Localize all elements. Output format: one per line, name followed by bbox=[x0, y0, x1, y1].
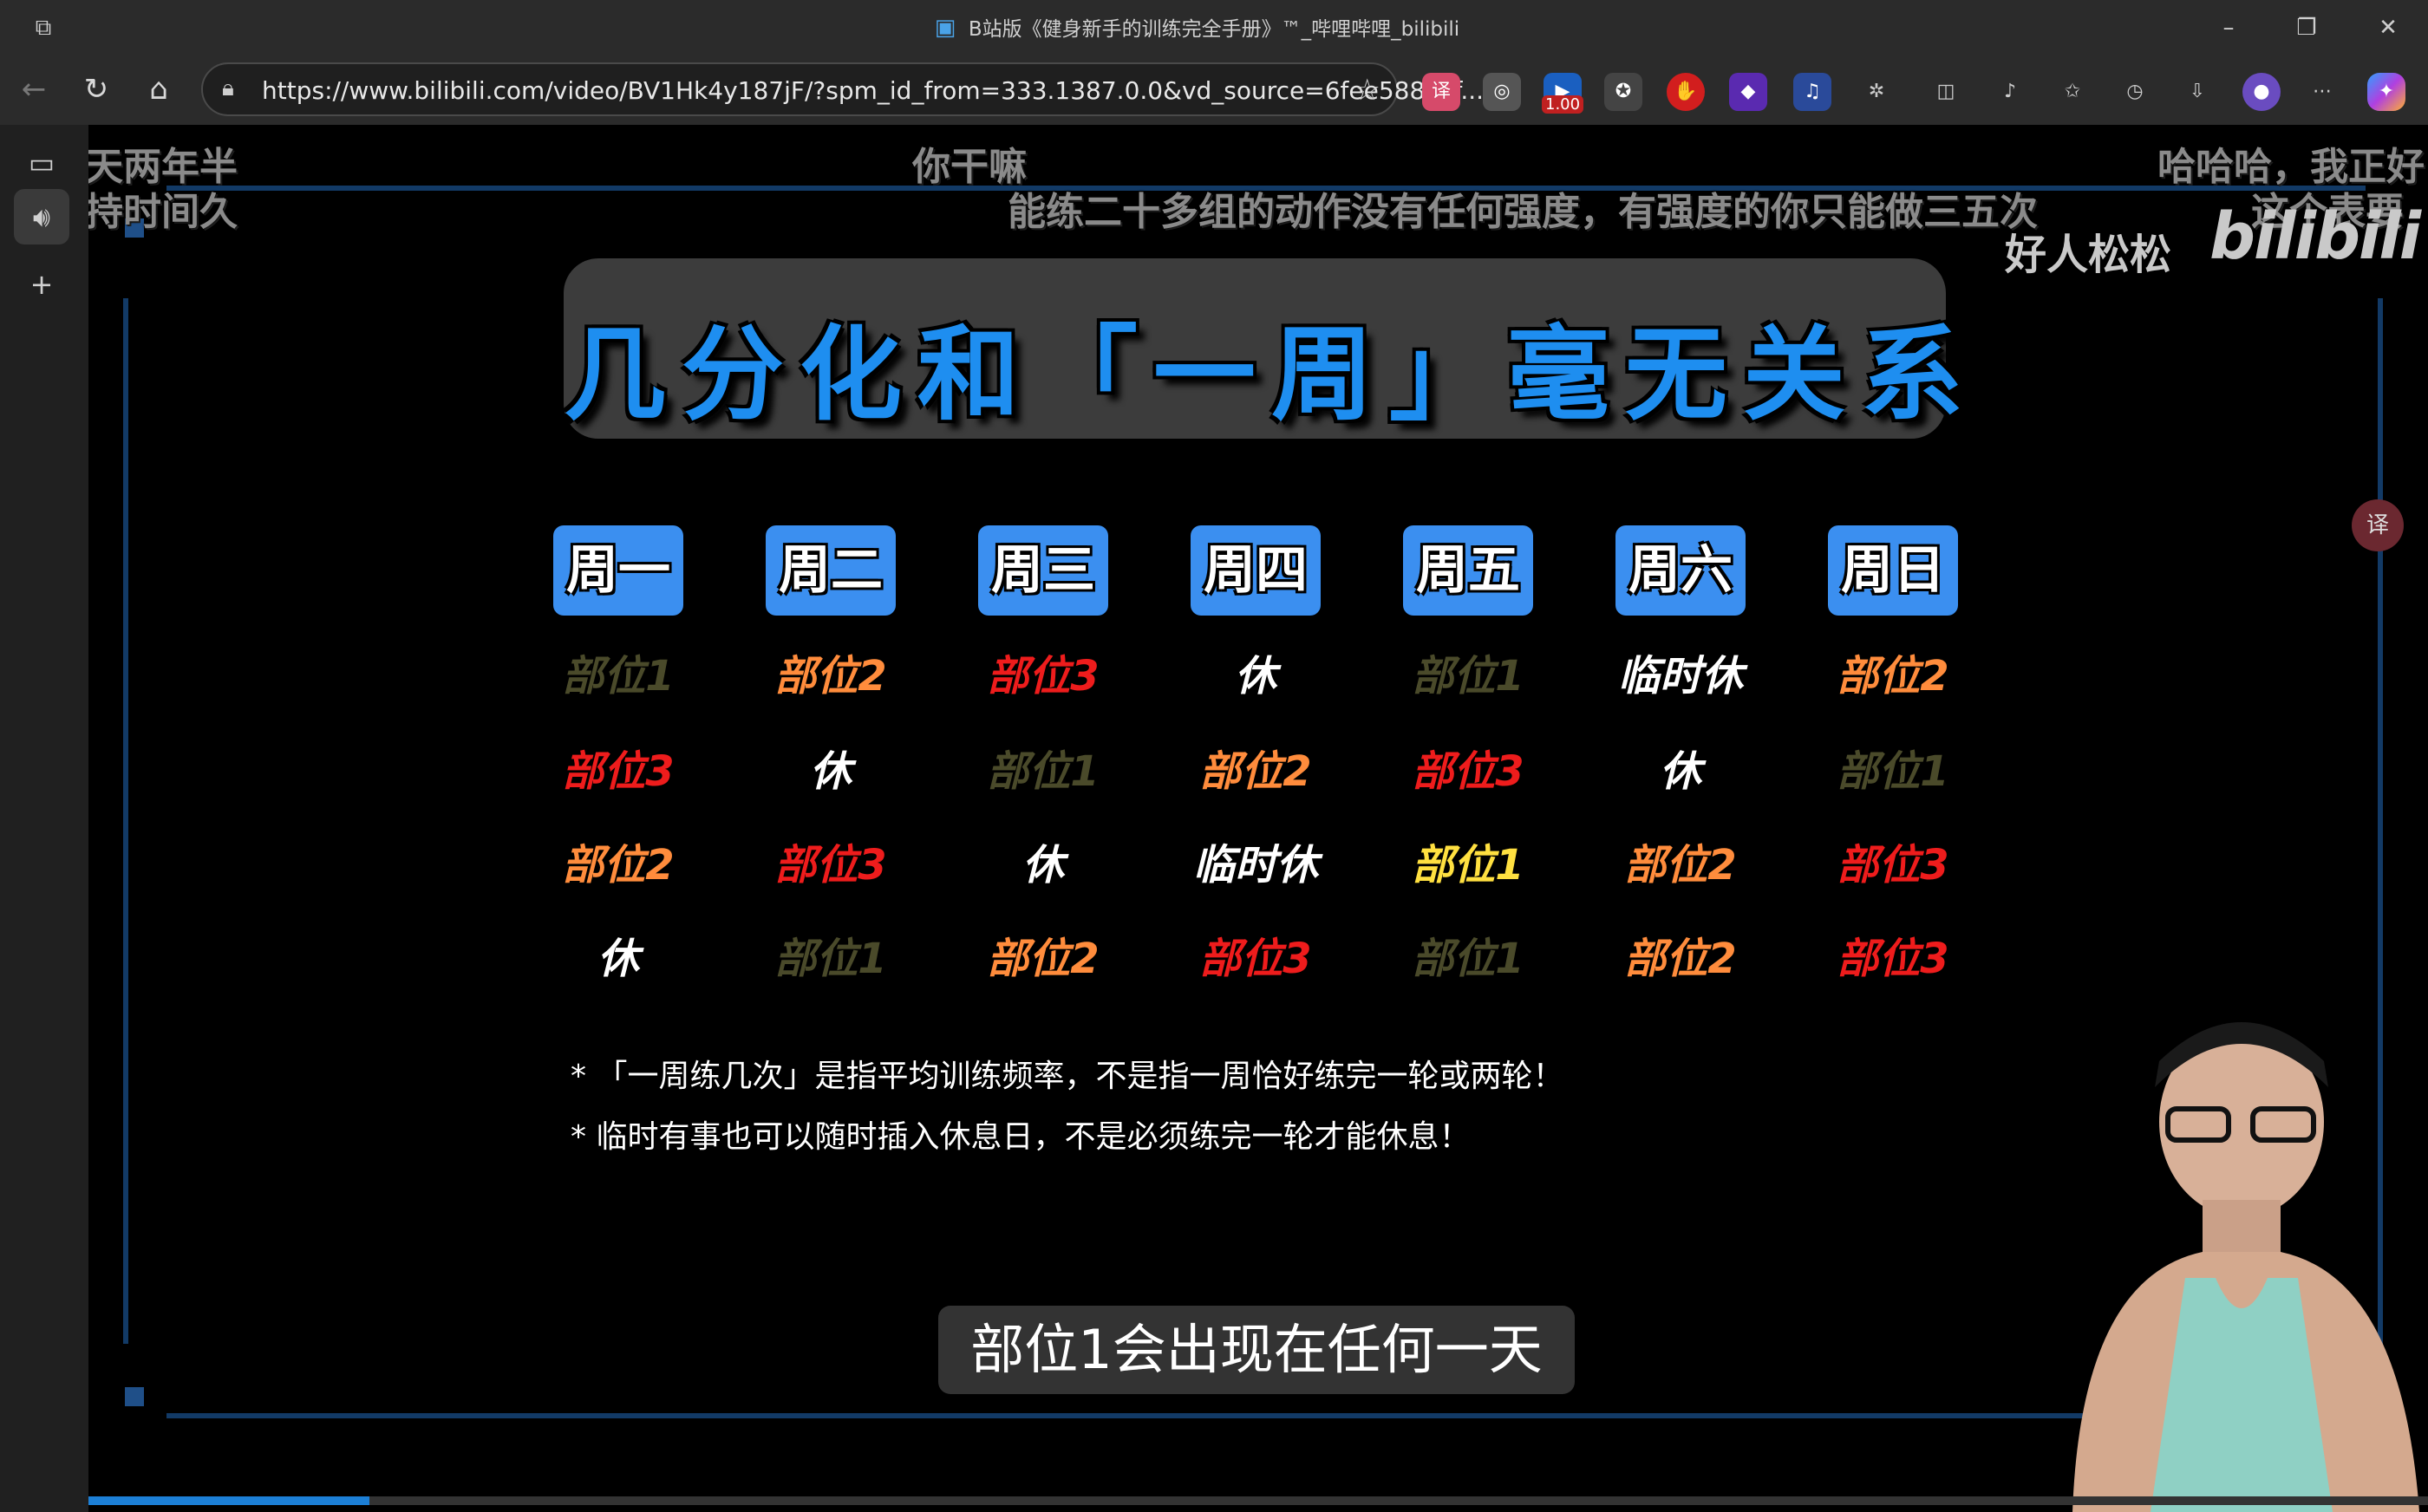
schedule-cell: 部位2 bbox=[1837, 652, 1949, 701]
translate-floating-icon[interactable]: 译 bbox=[2352, 499, 2404, 551]
video-progress-bar[interactable] bbox=[88, 1496, 2428, 1505]
slide-title: 几分化和「一周」毫无关系 bbox=[564, 315, 1980, 434]
bilibili-logo: bilibili bbox=[2209, 199, 2421, 274]
copilot-icon[interactable]: ✦ bbox=[2367, 73, 2405, 111]
restore-icon[interactable]: ❐ bbox=[2288, 9, 2326, 47]
schedule-cell: 部位2 bbox=[562, 841, 675, 890]
schedule-cell: 部位1 bbox=[1412, 652, 1524, 701]
media-control-icon[interactable]: ♪ bbox=[1991, 73, 2029, 111]
schedule-cell: 部位1 bbox=[774, 935, 887, 983]
video-progress-fill bbox=[88, 1496, 369, 1505]
day-header-sat: 周六 bbox=[1615, 525, 1746, 616]
danmaku-comment: 持时间久 bbox=[88, 190, 238, 234]
schedule-cell: 部位1 bbox=[1412, 935, 1524, 983]
schedule-cell: 部位2 bbox=[987, 935, 1100, 983]
uploader-name: 好人松松 bbox=[2005, 231, 2172, 279]
schedule-cell: 部位2 bbox=[1624, 935, 1737, 983]
home-icon[interactable]: ⌂ bbox=[137, 68, 180, 111]
glasses-extension-icon[interactable]: ◎ bbox=[1483, 73, 1521, 111]
frame-corner-dot bbox=[125, 1387, 144, 1406]
schedule-cell: 部位3 bbox=[1199, 935, 1312, 983]
cube-extension-icon[interactable]: ◆ bbox=[1729, 73, 1767, 111]
danmaku-comment: 能练二十多组的动作没有任何强度，有强度的你只能做三五次 bbox=[1008, 190, 2038, 234]
vertical-tab-sidebar: ▭ 🔊︎ + bbox=[0, 125, 87, 1512]
day-header-sun: 周日 bbox=[1828, 525, 1958, 616]
day-header-tue: 周二 bbox=[766, 525, 896, 616]
favorite-star-icon[interactable]: ☆ bbox=[1354, 73, 1380, 108]
schedule-cell: 部位3 bbox=[774, 841, 887, 890]
extensions-puzzle-icon[interactable]: ✲ bbox=[1857, 73, 1896, 111]
tab-audio-speaker-icon[interactable]: 🔊︎ bbox=[14, 189, 69, 244]
slide-title-banner: 几分化和「一周」毫无关系 bbox=[564, 258, 1980, 439]
music-extension-icon[interactable]: ♫ bbox=[1793, 73, 1831, 111]
day-header-fri: 周五 bbox=[1403, 525, 1533, 616]
note-line: * 「一周练几次」是指平均训练频率，不是指一周恰好练完一轮或两轮！ bbox=[571, 1059, 1564, 1094]
presenter-figure bbox=[2072, 1022, 2419, 1512]
close-icon[interactable]: ✕ bbox=[2369, 9, 2407, 47]
schedule-cell: 部位3 bbox=[987, 652, 1100, 701]
schedule-cell: 休 bbox=[1659, 747, 1701, 796]
mask-extension-icon[interactable]: ✪ bbox=[1604, 73, 1642, 111]
schedule-cell: 休 bbox=[809, 747, 852, 796]
speed-badge: 1.00 bbox=[1542, 95, 1584, 114]
schedule-cell: 部位3 bbox=[562, 747, 675, 796]
tab-actions-icon[interactable]: ▭ bbox=[14, 135, 69, 191]
day-header-mon: 周一 bbox=[553, 525, 683, 616]
schedule-cell: 部位3 bbox=[1412, 747, 1524, 796]
schedule-cell: 临时休 bbox=[1617, 652, 1743, 701]
note-line: * 临时有事也可以随时插入休息日，不是必须练完一轮才能休息！ bbox=[571, 1119, 1471, 1155]
frame-left-line bbox=[123, 298, 128, 1344]
translate-extension-icon[interactable]: 译 bbox=[1422, 73, 1460, 111]
profile-avatar[interactable]: ● bbox=[2242, 73, 2281, 111]
video-player[interactable]: 天两年半 持时间久 你干嘛 能练二十多组的动作没有任何强度，有强度的你只能做三五… bbox=[88, 125, 2428, 1512]
lock-icon[interactable]: 🔒︎ bbox=[222, 75, 248, 105]
day-header-thu: 周四 bbox=[1191, 525, 1321, 616]
schedule-cell: 部位3 bbox=[1837, 841, 1949, 890]
schedule-cell: 部位2 bbox=[1199, 747, 1312, 796]
split-screen-icon[interactable]: ◫ bbox=[1927, 73, 1965, 111]
schedule-cell: 部位2 bbox=[1624, 841, 1737, 890]
new-tab-plus-icon[interactable]: + bbox=[14, 257, 69, 312]
window-title: B站版《健身新手的训练完全手册》™_哔哩哔哩_bilibili bbox=[968, 18, 1460, 41]
minimize-icon[interactable]: – bbox=[2209, 9, 2248, 47]
refresh-icon[interactable]: ↻ bbox=[75, 68, 118, 111]
day-header-wed: 周三 bbox=[978, 525, 1108, 616]
back-arrow-icon[interactable]: ← bbox=[12, 68, 55, 111]
schedule-cell: 部位2 bbox=[774, 652, 887, 701]
schedule-cell: 部位1 bbox=[1837, 747, 1949, 796]
download-icon[interactable]: ⇩ bbox=[2178, 73, 2216, 111]
schedule-cell: 休 bbox=[1234, 652, 1276, 701]
frame-bottom-line bbox=[166, 1413, 2366, 1418]
schedule-cell: 部位3 bbox=[1837, 935, 1949, 983]
schedule-cell: 部位1 bbox=[1412, 841, 1524, 890]
title-bar: ⧉ ▣ B站版《健身新手的训练完全手册》™_哔哩哔哩_bilibili – ❐ … bbox=[0, 0, 2428, 55]
history-icon[interactable]: ◷ bbox=[2116, 73, 2154, 111]
hand-extension-icon[interactable]: ✋ bbox=[1667, 73, 1705, 111]
url-text[interactable]: https://www.bilibili.com/video/BV1Hk4y18… bbox=[262, 76, 1484, 105]
schedule-cell: 部位1 bbox=[562, 652, 675, 701]
schedule-cell: 临时休 bbox=[1192, 841, 1318, 890]
schedule-cell: 休 bbox=[597, 935, 639, 983]
video-subtitle: 部位1会出现在任何一天 bbox=[938, 1306, 1575, 1394]
schedule-cell: 部位1 bbox=[987, 747, 1100, 796]
more-menu-icon[interactable]: ⋯ bbox=[2303, 73, 2341, 111]
favorites-icon[interactable]: ✩ bbox=[2053, 73, 2092, 111]
schedule-cell: 休 bbox=[1021, 841, 1064, 890]
address-bar[interactable]: 🔒︎ https://www.bilibili.com/video/BV1Hk4… bbox=[201, 62, 1484, 116]
